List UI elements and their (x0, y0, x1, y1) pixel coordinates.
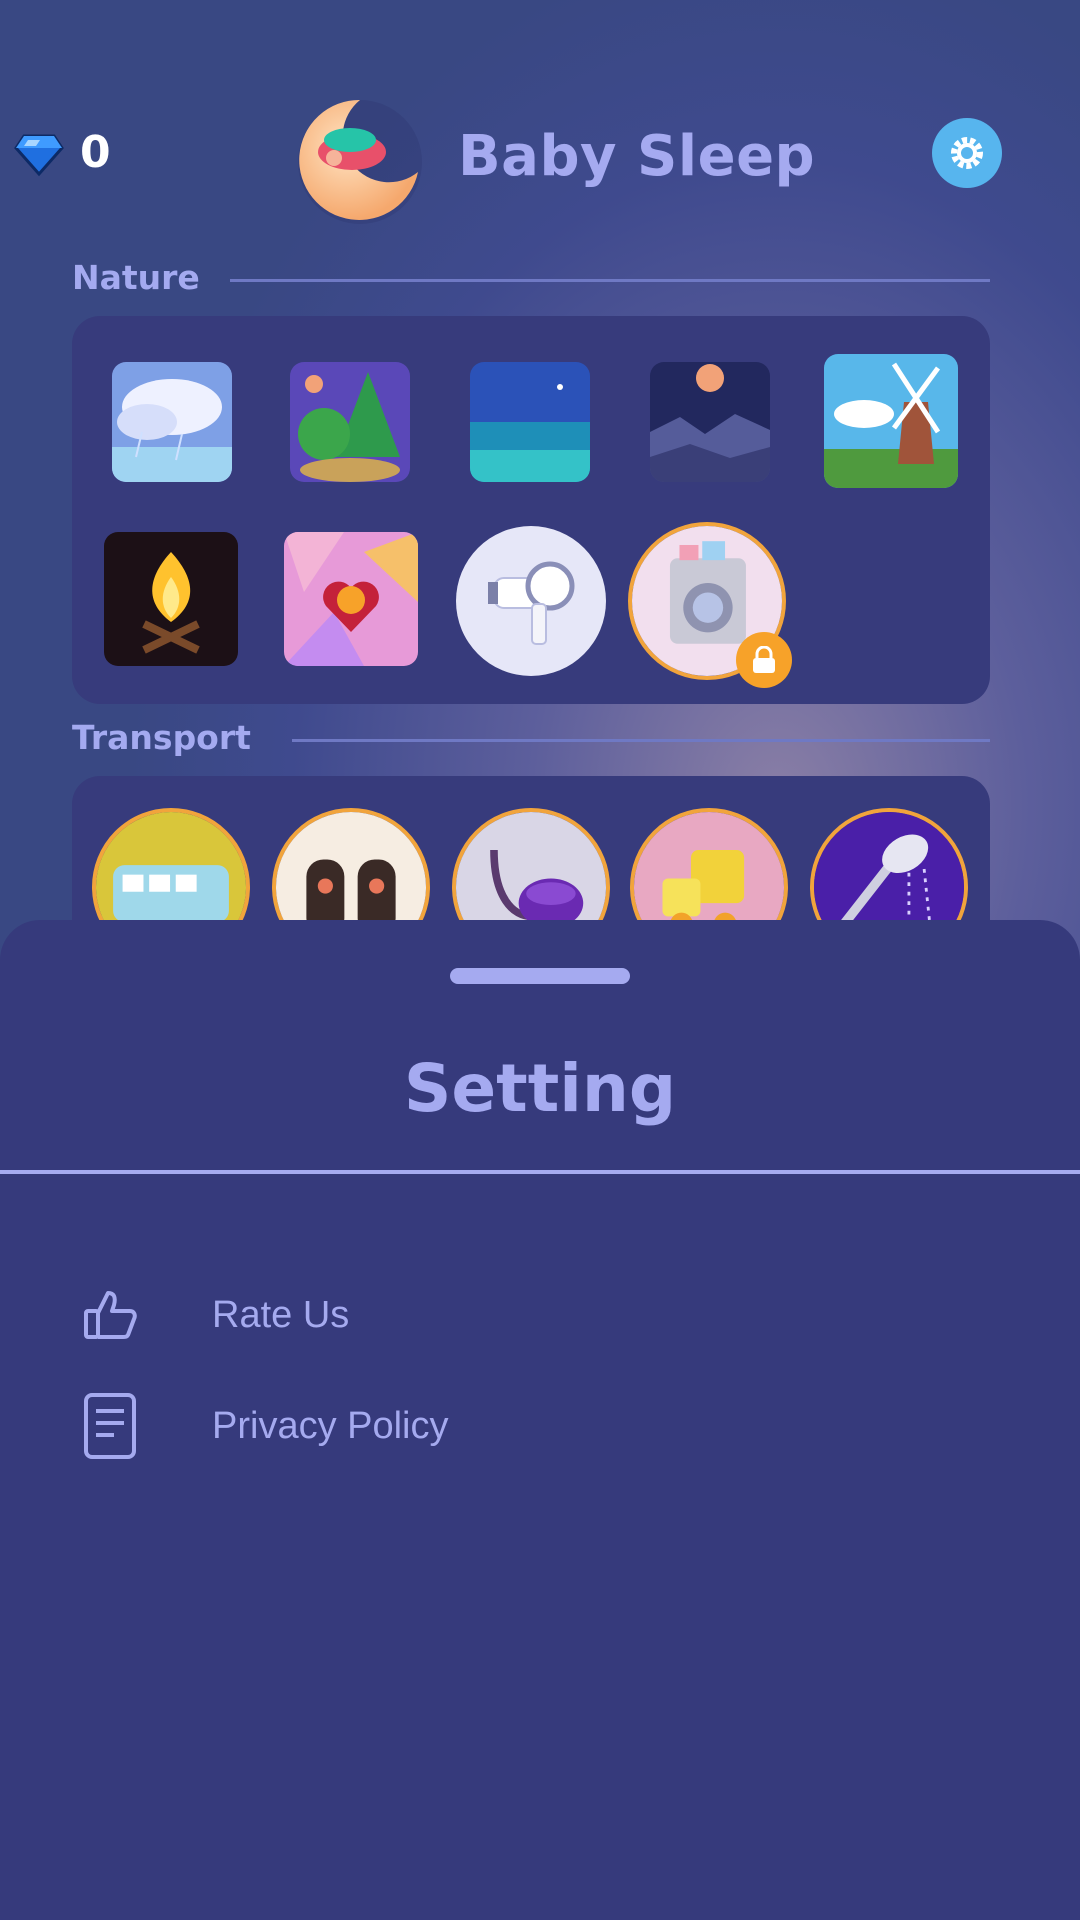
section-divider (292, 739, 990, 742)
thumbs-up-icon (70, 1275, 150, 1355)
nature-panel (72, 316, 990, 704)
app-logo (298, 99, 422, 224)
sound-tile-moon-night[interactable] (650, 362, 770, 482)
sound-tile-campfire[interactable] (104, 532, 238, 666)
menu-item-rate-us[interactable]: Rate Us (70, 1270, 1010, 1360)
sound-tile-rain[interactable] (112, 362, 232, 482)
document-icon (70, 1386, 150, 1466)
sheet-divider (0, 1170, 1080, 1174)
menu-item-label: Rate Us (212, 1293, 350, 1336)
header: 0 Baby Sleep (0, 0, 1080, 250)
sound-tile-heart[interactable] (284, 532, 418, 666)
menu-item-label: Privacy Policy (212, 1404, 449, 1447)
settings-sheet: Setting Rate Us Privacy Policy (0, 920, 1080, 1920)
sound-tile-ocean[interactable] (470, 362, 590, 482)
lock-badge (736, 632, 792, 688)
sheet-title: Setting (403, 1050, 677, 1127)
sound-tile-windmill[interactable] (824, 354, 958, 488)
section-divider (230, 279, 990, 282)
drag-handle[interactable] (450, 968, 630, 984)
settings-button[interactable] (932, 118, 1002, 188)
gem-icon (14, 134, 64, 177)
menu-item-privacy-policy[interactable]: Privacy Policy (70, 1381, 1010, 1471)
section-title-nature: Nature (72, 258, 200, 297)
gem-count: 0 (80, 127, 111, 178)
sound-tile-forest[interactable] (290, 362, 410, 482)
gear-icon (951, 137, 983, 169)
lock-icon (753, 646, 775, 673)
sound-tile-hair-dryer[interactable] (456, 526, 606, 676)
app-title: Baby Sleep (458, 124, 816, 189)
gem-counter[interactable]: 0 (14, 128, 111, 178)
section-title-transport: Transport (72, 718, 251, 757)
